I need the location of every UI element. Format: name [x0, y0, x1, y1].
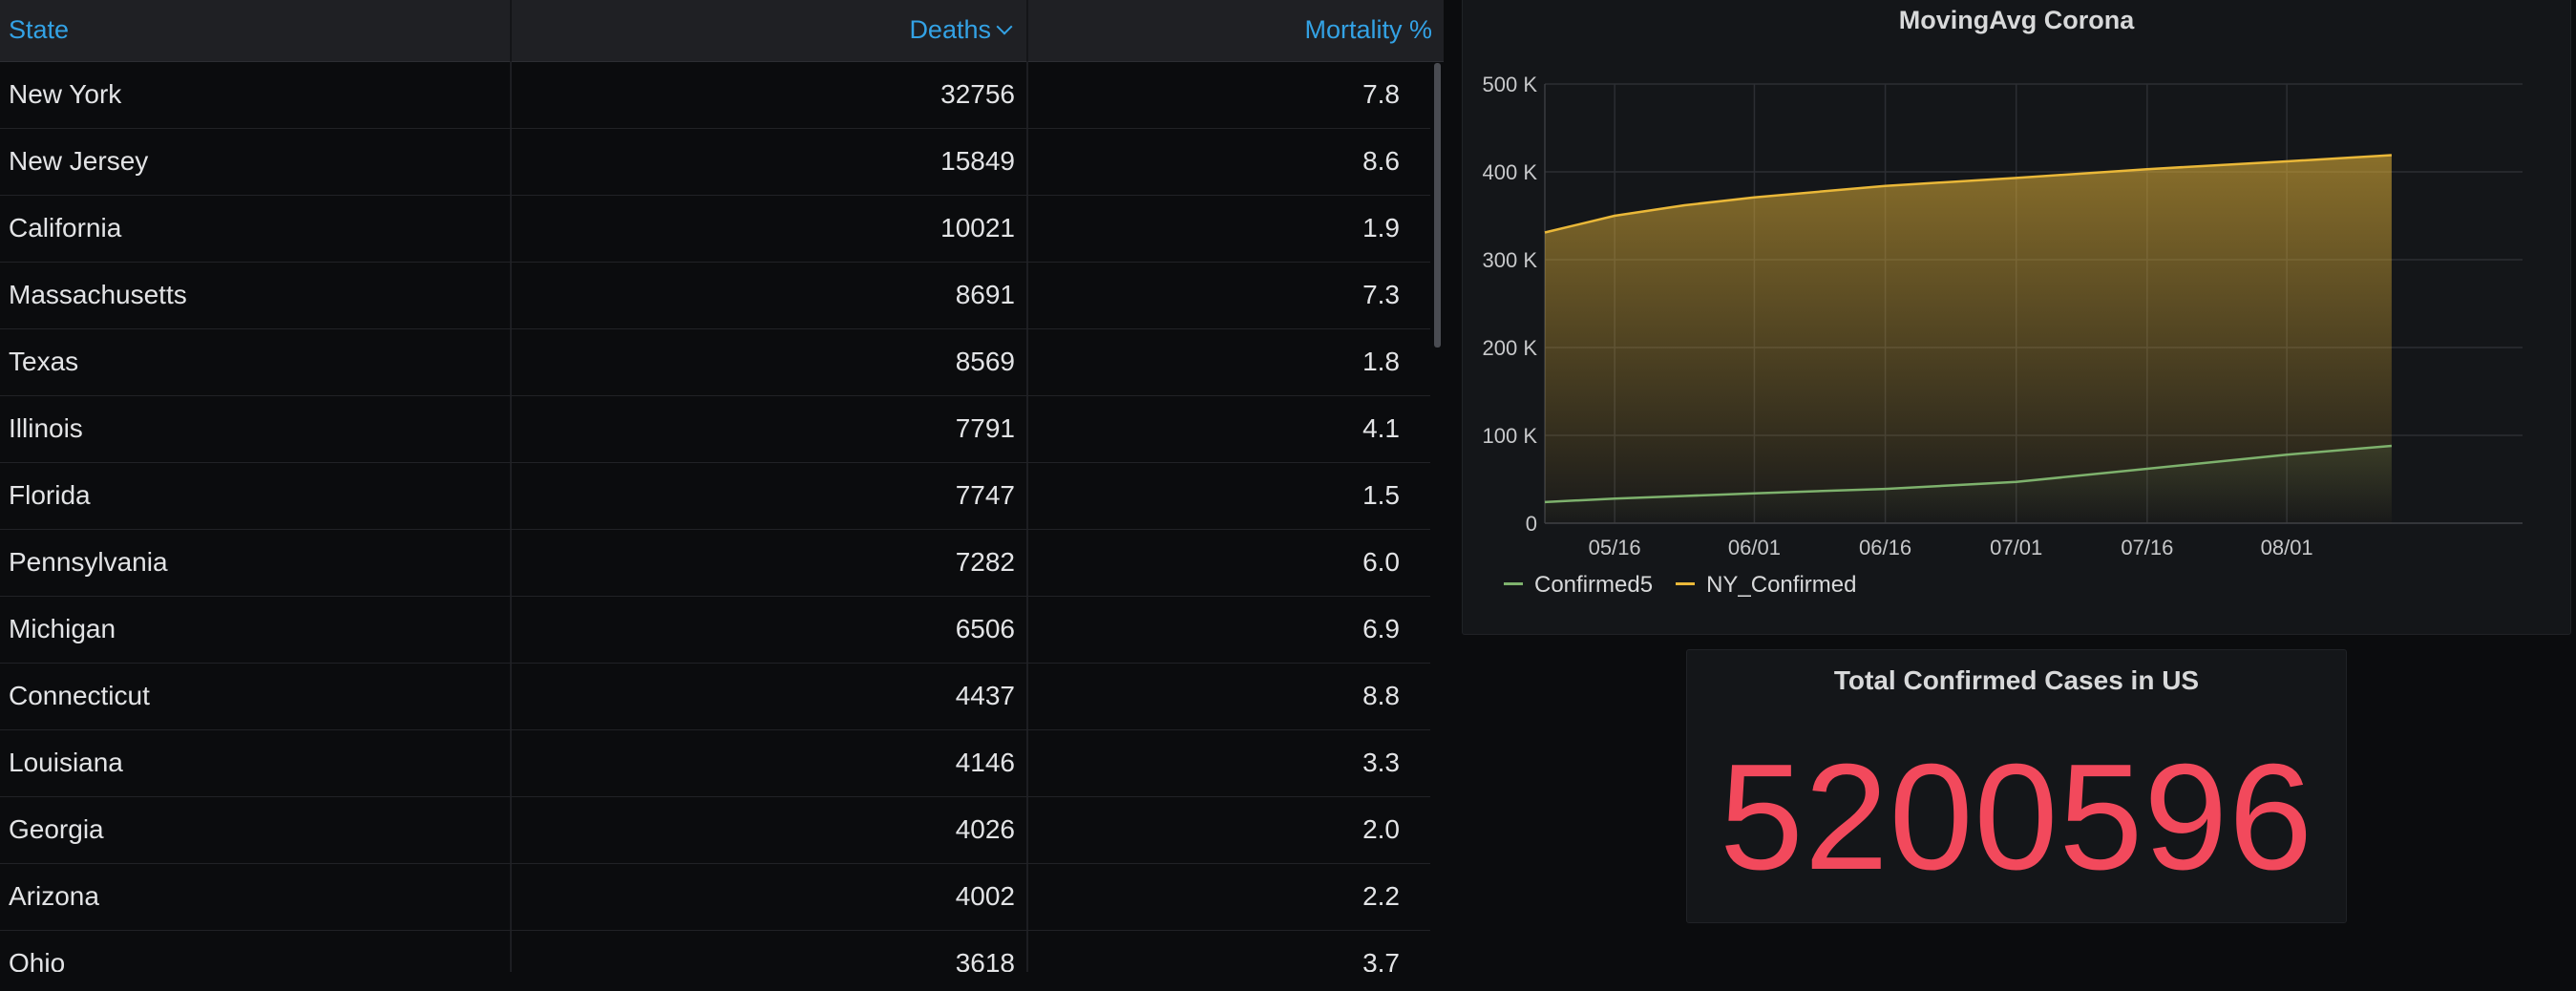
legend-item[interactable]: NY_Confirmed [1676, 572, 1856, 599]
cell-state: Massachusetts [9, 280, 187, 309]
cell-deaths: 4437 [955, 681, 1015, 710]
cell-state: Michigan [9, 614, 116, 643]
table-row[interactable]: Pennsylvania 7282 6.0 [0, 529, 1430, 597]
cell-mortality: 3.7 [1362, 948, 1400, 972]
cell-mortality: 7.8 [1362, 79, 1400, 109]
y-tick-label: 100 K [1483, 424, 1538, 448]
cell-state: California [9, 213, 122, 242]
table-row[interactable]: New York 32756 7.8 [0, 61, 1430, 129]
column-header-deaths[interactable]: Deaths [909, 0, 1013, 61]
deaths-table: State Deaths Mortality % New York 32756 7.… [0, 0, 1444, 991]
cell-mortality: 1.9 [1362, 213, 1400, 242]
x-tick-label: 07/16 [2121, 536, 2173, 559]
stat-value: 5200596 [1719, 733, 2314, 901]
column-divider [1026, 0, 1028, 61]
y-tick-label: 400 K [1483, 160, 1538, 184]
stat-title[interactable]: Total Confirmed Cases in US [1687, 665, 2346, 696]
cell-mortality: 1.8 [1362, 347, 1400, 376]
legend-label: Confirmed5 [1534, 572, 1654, 598]
cell-state: New York [9, 79, 122, 109]
table-row[interactable]: California 10021 1.9 [0, 195, 1430, 263]
legend-label: NY_Confirmed [1706, 572, 1857, 598]
table-scrollbar[interactable] [1434, 63, 1441, 348]
table-header: State Deaths Mortality % [0, 0, 1444, 62]
cell-deaths: 4146 [955, 748, 1015, 777]
cell-state: Louisiana [9, 748, 123, 777]
moving-avg-chart[interactable]: 0 100 K 200 K 300 K 400 K 500 K 05/16 06/01 06/1… [1463, 0, 2570, 634]
y-tick-label: 300 K [1483, 248, 1538, 272]
cell-deaths: 3618 [955, 948, 1015, 972]
x-tick-label: 05/16 [1589, 536, 1641, 559]
cell-mortality: 7.3 [1362, 280, 1400, 309]
cell-deaths: 10021 [940, 213, 1015, 242]
x-tick-label: 07/01 [1990, 536, 2042, 559]
cell-mortality: 2.2 [1362, 881, 1400, 911]
table-row[interactable]: New Jersey 15849 8.6 [0, 128, 1430, 196]
column-header-state[interactable]: State [9, 0, 69, 61]
cell-deaths: 15849 [940, 146, 1015, 176]
cell-mortality: 4.1 [1362, 413, 1400, 443]
cell-deaths: 7747 [955, 480, 1015, 510]
table-row[interactable]: Florida 7747 1.5 [0, 462, 1430, 530]
x-tick-label: 08/01 [2261, 536, 2313, 559]
cell-mortality: 6.9 [1362, 614, 1400, 643]
table-row[interactable]: Illinois 7791 4.1 [0, 395, 1430, 463]
cell-state: Texas [9, 347, 79, 376]
column-header-mortality[interactable]: Mortality % [1304, 0, 1432, 61]
cell-deaths: 8691 [955, 280, 1015, 309]
sort-descending-icon [996, 18, 1013, 35]
cell-state: New Jersey [9, 146, 149, 176]
cell-deaths: 8569 [955, 347, 1015, 376]
legend-swatch [1504, 582, 1523, 586]
table-row[interactable]: Louisiana 4146 3.3 [0, 729, 1430, 797]
cell-state: Connecticut [9, 681, 150, 710]
y-tick-label: 200 K [1483, 336, 1538, 360]
y-tick-label: 500 K [1483, 73, 1538, 96]
cell-deaths: 6506 [955, 614, 1015, 643]
cell-state: Ohio [9, 948, 66, 972]
cell-deaths: 7791 [955, 413, 1015, 443]
x-tick-label: 06/16 [1859, 536, 1911, 559]
chart-legend: Confirmed5 NY_Confirmed [1504, 572, 1879, 599]
x-tick-label: 06/01 [1728, 536, 1781, 559]
table-row[interactable]: Ohio 3618 3.7 [0, 930, 1430, 972]
table-row[interactable]: Connecticut 4437 8.8 [0, 663, 1430, 730]
cell-deaths: 4026 [955, 814, 1015, 844]
cell-mortality: 2.0 [1362, 814, 1400, 844]
table-row[interactable]: Texas 8569 1.8 [0, 328, 1430, 396]
cell-deaths: 32756 [940, 79, 1015, 109]
cell-deaths: 4002 [955, 881, 1015, 911]
table-body[interactable]: New York 32756 7.8 New Jersey 15849 8.6 Califo… [0, 61, 1430, 972]
cell-state: Arizona [9, 881, 99, 911]
cell-mortality: 6.0 [1362, 547, 1400, 577]
table-row[interactable]: Arizona 4002 2.2 [0, 863, 1430, 931]
cell-mortality: 3.3 [1362, 748, 1400, 777]
total-confirmed-stat-panel: Total Confirmed Cases in US 5200596 [1686, 649, 2347, 923]
cell-mortality: 1.5 [1362, 480, 1400, 510]
cell-state: Florida [9, 480, 91, 510]
legend-item[interactable]: Confirmed5 [1504, 572, 1653, 599]
column-divider [510, 0, 512, 61]
y-tick-label: 0 [1526, 512, 1537, 536]
cell-state: Pennsylvania [9, 547, 168, 577]
moving-avg-chart-panel: MovingAvg Corona 0 100 K 200 K 300 K 400 K 50… [1462, 0, 2571, 635]
table-row[interactable]: Georgia 4026 2.0 [0, 796, 1430, 864]
cell-mortality: 8.6 [1362, 146, 1400, 176]
cell-deaths: 7282 [955, 547, 1015, 577]
cell-mortality: 8.8 [1362, 681, 1400, 710]
legend-swatch [1676, 582, 1696, 586]
table-row[interactable]: Michigan 6506 6.9 [0, 596, 1430, 664]
cell-state: Illinois [9, 413, 83, 443]
table-row[interactable]: Massachusetts 8691 7.3 [0, 262, 1430, 329]
column-header-deaths-label: Deaths [909, 15, 991, 44]
cell-state: Georgia [9, 814, 104, 844]
